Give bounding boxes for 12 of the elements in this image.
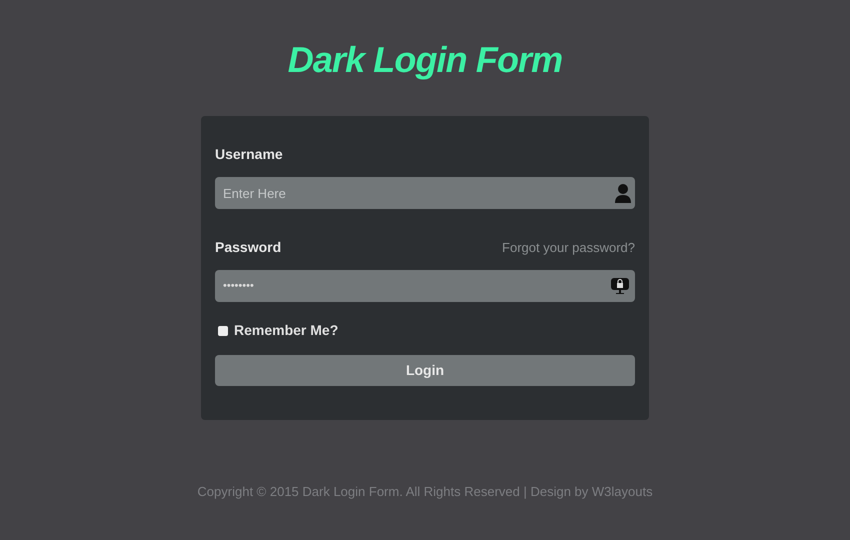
copyright-footer: Copyright © 2015 Dark Login Form. All Rights Reserved | Design by W3layouts [197, 482, 653, 502]
login-button[interactable]: Login [215, 355, 635, 386]
username-field[interactable]: Enter Here [215, 177, 635, 209]
remember-label: Remember Me? [234, 321, 338, 340]
password-label: Password [215, 238, 282, 257]
user-icon [615, 183, 631, 203]
password-field[interactable]: •••••••• [215, 270, 635, 302]
lock-icon [611, 278, 629, 294]
remember-checkbox[interactable] [218, 326, 228, 336]
forgot-password-link[interactable]: Forgot your password? [502, 238, 635, 258]
page-title: Dark Login Form [288, 38, 562, 82]
username-label: Username [215, 145, 283, 164]
